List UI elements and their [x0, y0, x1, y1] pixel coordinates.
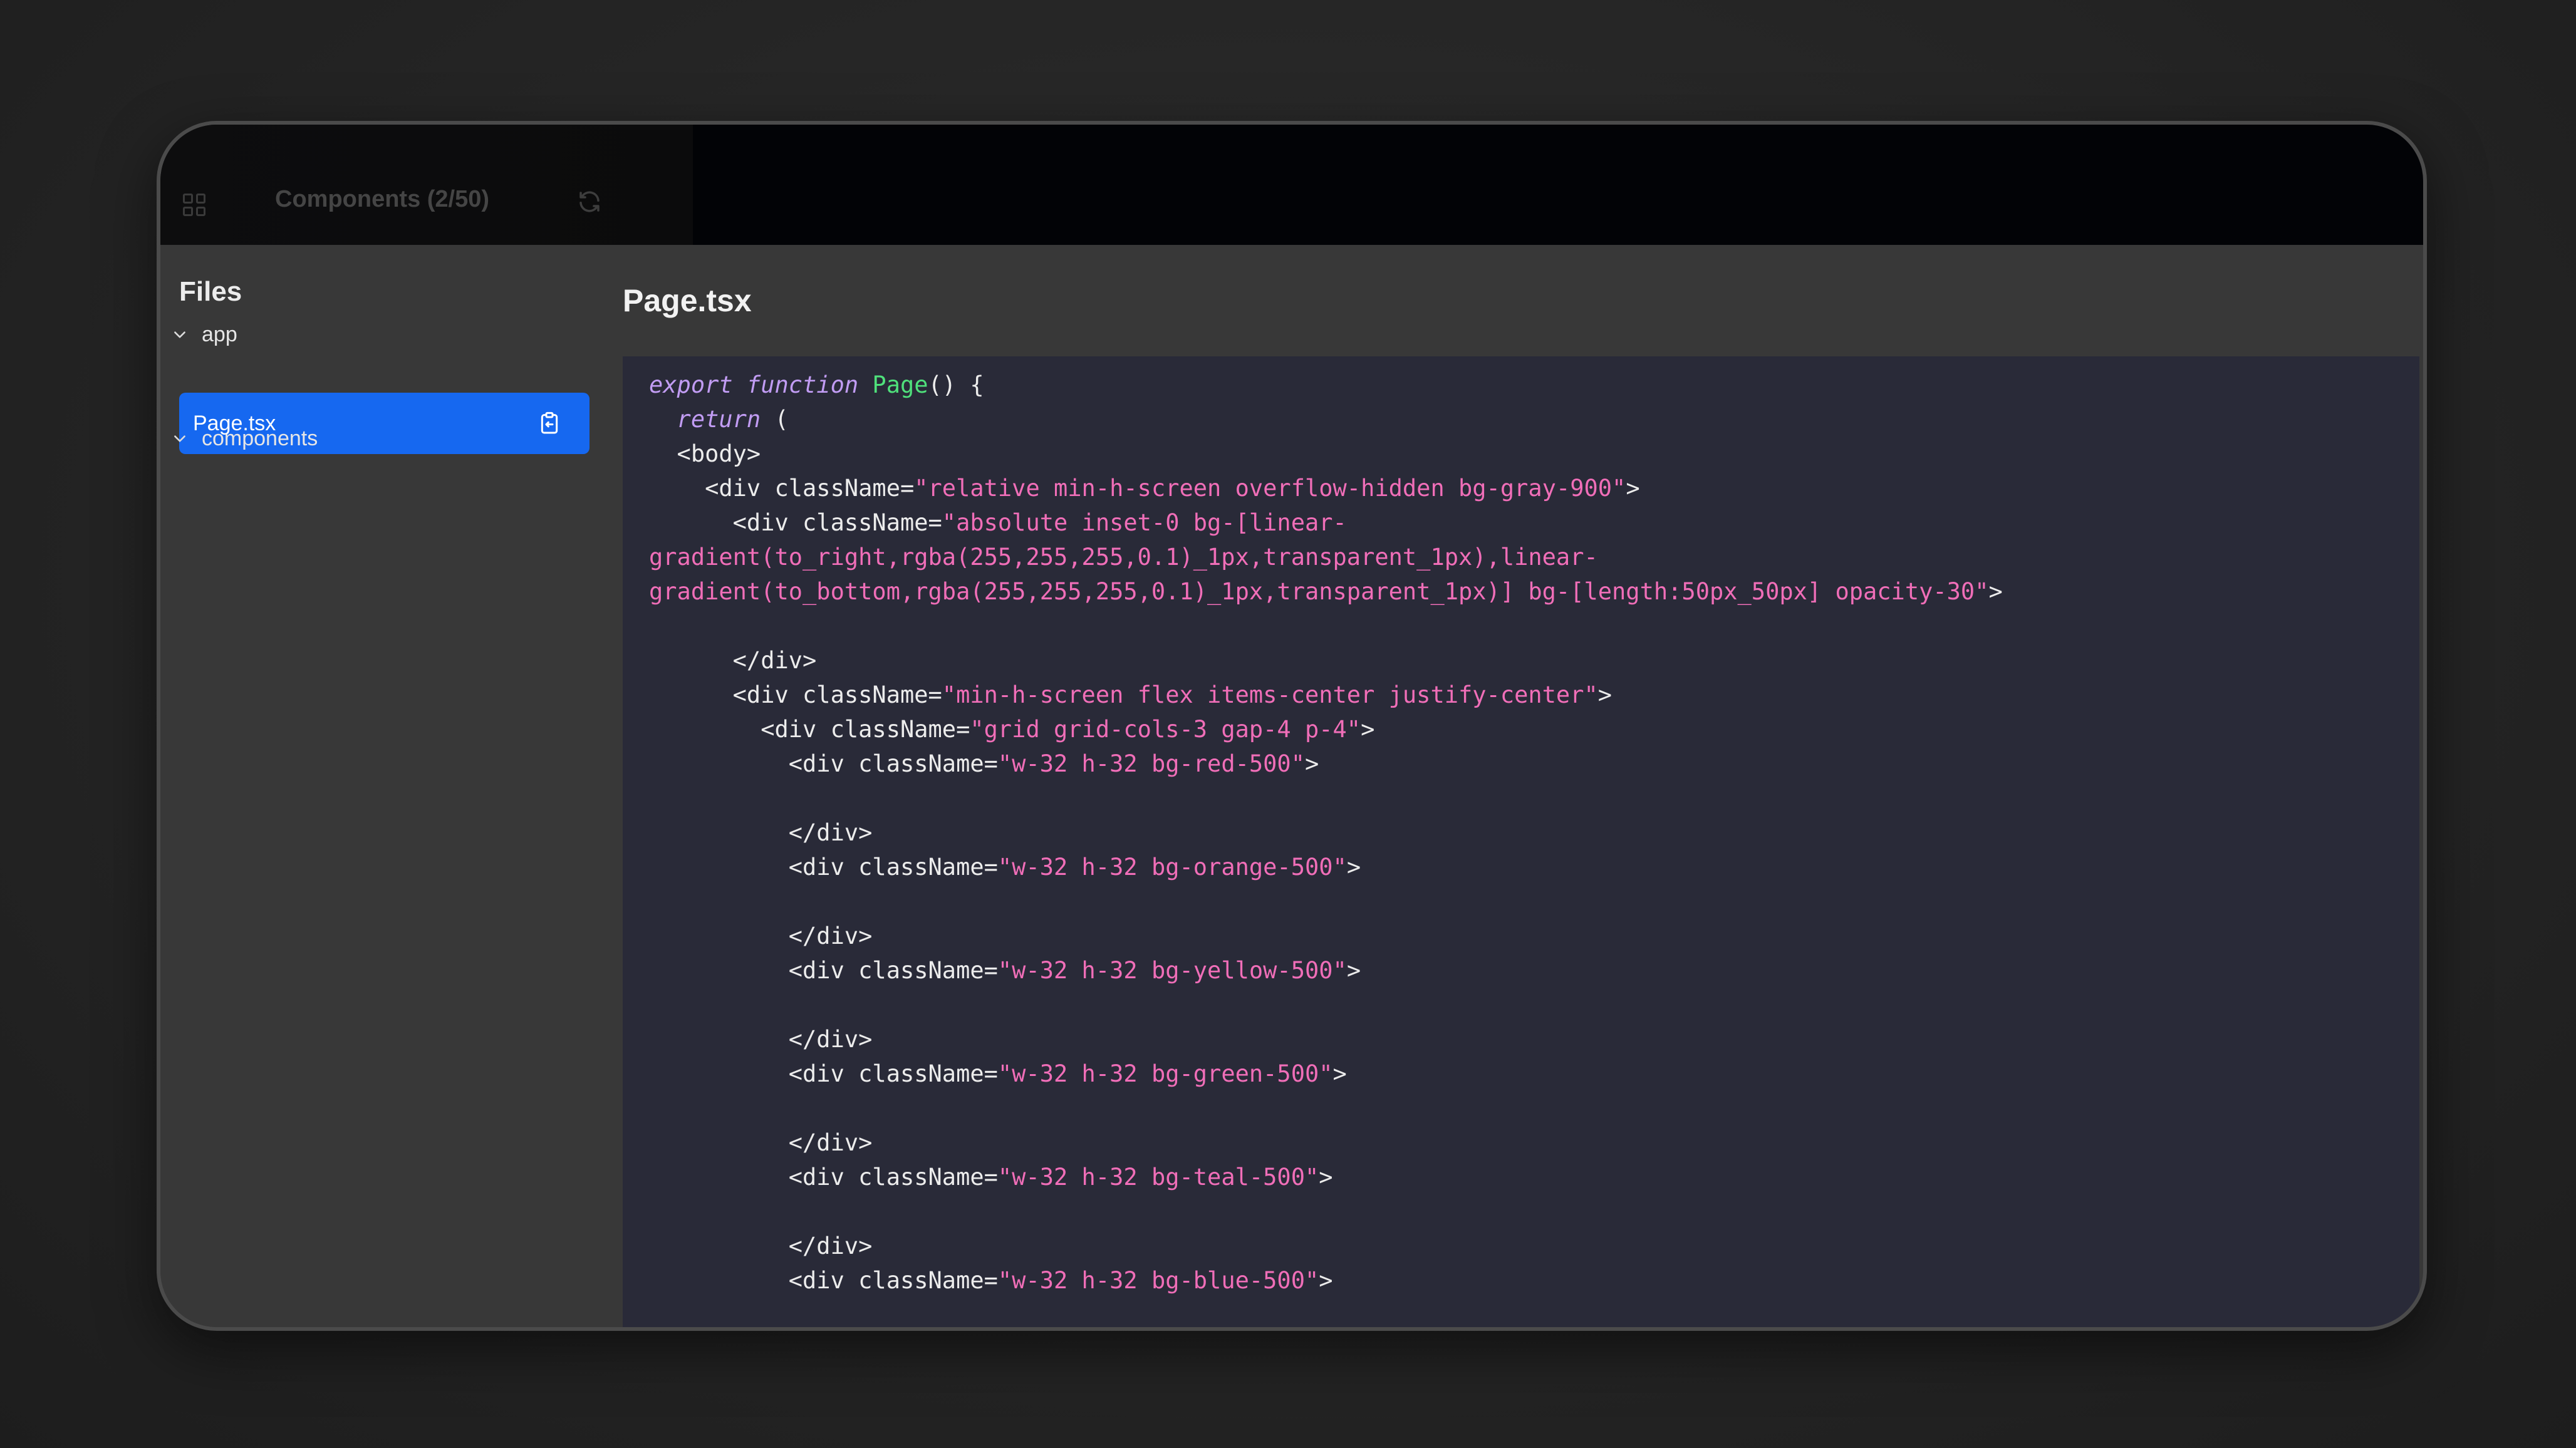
code-line: return (	[649, 402, 2419, 437]
code-line: </div>	[649, 815, 2419, 850]
code-editor[interactable]: export function Page() { return ( <body>…	[623, 356, 2419, 1327]
code-token: "w-32 h-32 bg-blue-500"	[997, 1267, 1319, 1294]
code-line: </div>	[649, 1229, 2419, 1263]
app-window: Components (2/50) Files app Page.tsx com…	[157, 121, 2427, 1331]
code-token: "relative min-h-screen overflow-hidden b…	[914, 475, 1626, 502]
file-sidebar: Files app Page.tsx components	[160, 245, 623, 1327]
code-token: >	[1346, 854, 1361, 881]
code-token: <div className=	[649, 1267, 998, 1294]
code-token: >	[1319, 1267, 1333, 1294]
code-token: "w-32 h-32 bg-orange-500"	[997, 854, 1347, 881]
code-token: </div>	[649, 647, 817, 674]
code-line: </div>	[649, 1125, 2419, 1160]
code-token: </div>	[649, 819, 873, 846]
code-token: >	[1319, 1164, 1333, 1191]
code-token: () {	[928, 371, 984, 398]
code-token: <body>	[649, 440, 761, 467]
code-token: export function	[649, 371, 873, 398]
folder-components[interactable]: components	[170, 427, 318, 451]
code-token: <div className=	[649, 1060, 998, 1087]
folder-label: components	[202, 427, 318, 450]
folder-label: app	[202, 323, 237, 346]
code-token: >	[1597, 681, 1613, 708]
code-line: <div className="w-32 h-32 bg-blue-500">	[649, 1263, 2419, 1298]
code-token: "w-32 h-32 bg-teal-500"	[997, 1164, 1319, 1191]
code-token: >	[1361, 716, 1375, 743]
code-token: </div>	[649, 1026, 873, 1053]
files-heading: Files	[179, 276, 242, 307]
code-token: "w-32 h-32 bg-green-500"	[997, 1060, 1333, 1087]
code-token: <div className=	[649, 854, 998, 881]
code-token: "absolute inset-0 bg-[linear-	[942, 509, 1347, 536]
code-token: "w-32 h-32 bg-red-500"	[997, 750, 1305, 777]
code-line: <body>	[649, 437, 2419, 471]
code-token: gradient(to_right,rgba(255,255,255,0.1)_…	[649, 544, 1598, 571]
chevron-down-icon	[170, 430, 189, 448]
components-panel-header: Components (2/50)	[160, 125, 693, 245]
code-line: <div className="relative min-h-screen ov…	[649, 471, 2419, 505]
refresh-icon[interactable]	[576, 189, 603, 215]
code-line: gradient(to_bottom,rgba(255,255,255,0.1)…	[649, 574, 2419, 609]
code-line: <div className="w-32 h-32 bg-orange-500"…	[649, 850, 2419, 884]
code-token: <div className=	[649, 1164, 998, 1191]
code-token: <div className=	[649, 957, 998, 984]
code-line: <div className="min-h-screen flex items-…	[649, 678, 2419, 712]
top-bar: Components (2/50)	[160, 125, 2423, 245]
code-line: </div>	[649, 1022, 2419, 1057]
chevron-down-icon	[170, 326, 189, 344]
code-token: >	[1304, 750, 1319, 777]
code-token: (	[774, 406, 789, 433]
components-count-title: Components (2/50)	[275, 186, 490, 212]
code-token: <div className=	[649, 681, 942, 708]
code-token: gradient(to_bottom,rgba(255,255,255,0.1)…	[649, 578, 1989, 605]
editor-header: Page.tsx	[623, 245, 2419, 355]
code-token: </div>	[649, 1233, 873, 1259]
code-token: </div>	[649, 923, 873, 949]
editor-filename: Page.tsx	[623, 283, 752, 318]
folder-app[interactable]: app	[170, 323, 237, 347]
code-line: <div className="w-32 h-32 bg-teal-500">	[649, 1160, 2419, 1194]
code-token: >	[1626, 475, 1640, 502]
code-token: "min-h-screen flex items-center justify-…	[942, 681, 1598, 708]
code-token: <div className=	[649, 716, 970, 743]
code-line: <div className="w-32 h-32 bg-green-500">	[649, 1057, 2419, 1091]
code-line: gradient(to_right,rgba(255,255,255,0.1)_…	[649, 540, 2419, 574]
code-token: return	[649, 406, 775, 433]
code-line: <div className="absolute inset-0 bg-[lin…	[649, 505, 2419, 540]
code-token: >	[1332, 1060, 1347, 1087]
grid-icon[interactable]	[183, 194, 205, 216]
code-line: </div>	[649, 919, 2419, 953]
code-token: >	[1988, 578, 2003, 605]
code-token: </div>	[649, 1129, 873, 1156]
code-token: "grid grid-cols-3 gap-4 p-4"	[970, 716, 1361, 743]
code-token: <div className=	[649, 475, 915, 502]
code-token: <div className=	[649, 509, 942, 536]
code-token: >	[1346, 957, 1361, 984]
code-line: <div className="w-32 h-32 bg-red-500">	[649, 747, 2419, 781]
code-line: export function Page() {	[649, 368, 2419, 402]
code-line: </div>	[649, 643, 2419, 678]
code-token: Page	[872, 371, 928, 398]
code-token: <div className=	[649, 750, 998, 777]
code-token: "w-32 h-32 bg-yellow-500"	[997, 957, 1347, 984]
code-line: <div className="w-32 h-32 bg-yellow-500"…	[649, 953, 2419, 988]
code-line: <div className="grid grid-cols-3 gap-4 p…	[649, 712, 2419, 747]
copy-icon[interactable]	[537, 410, 562, 437]
